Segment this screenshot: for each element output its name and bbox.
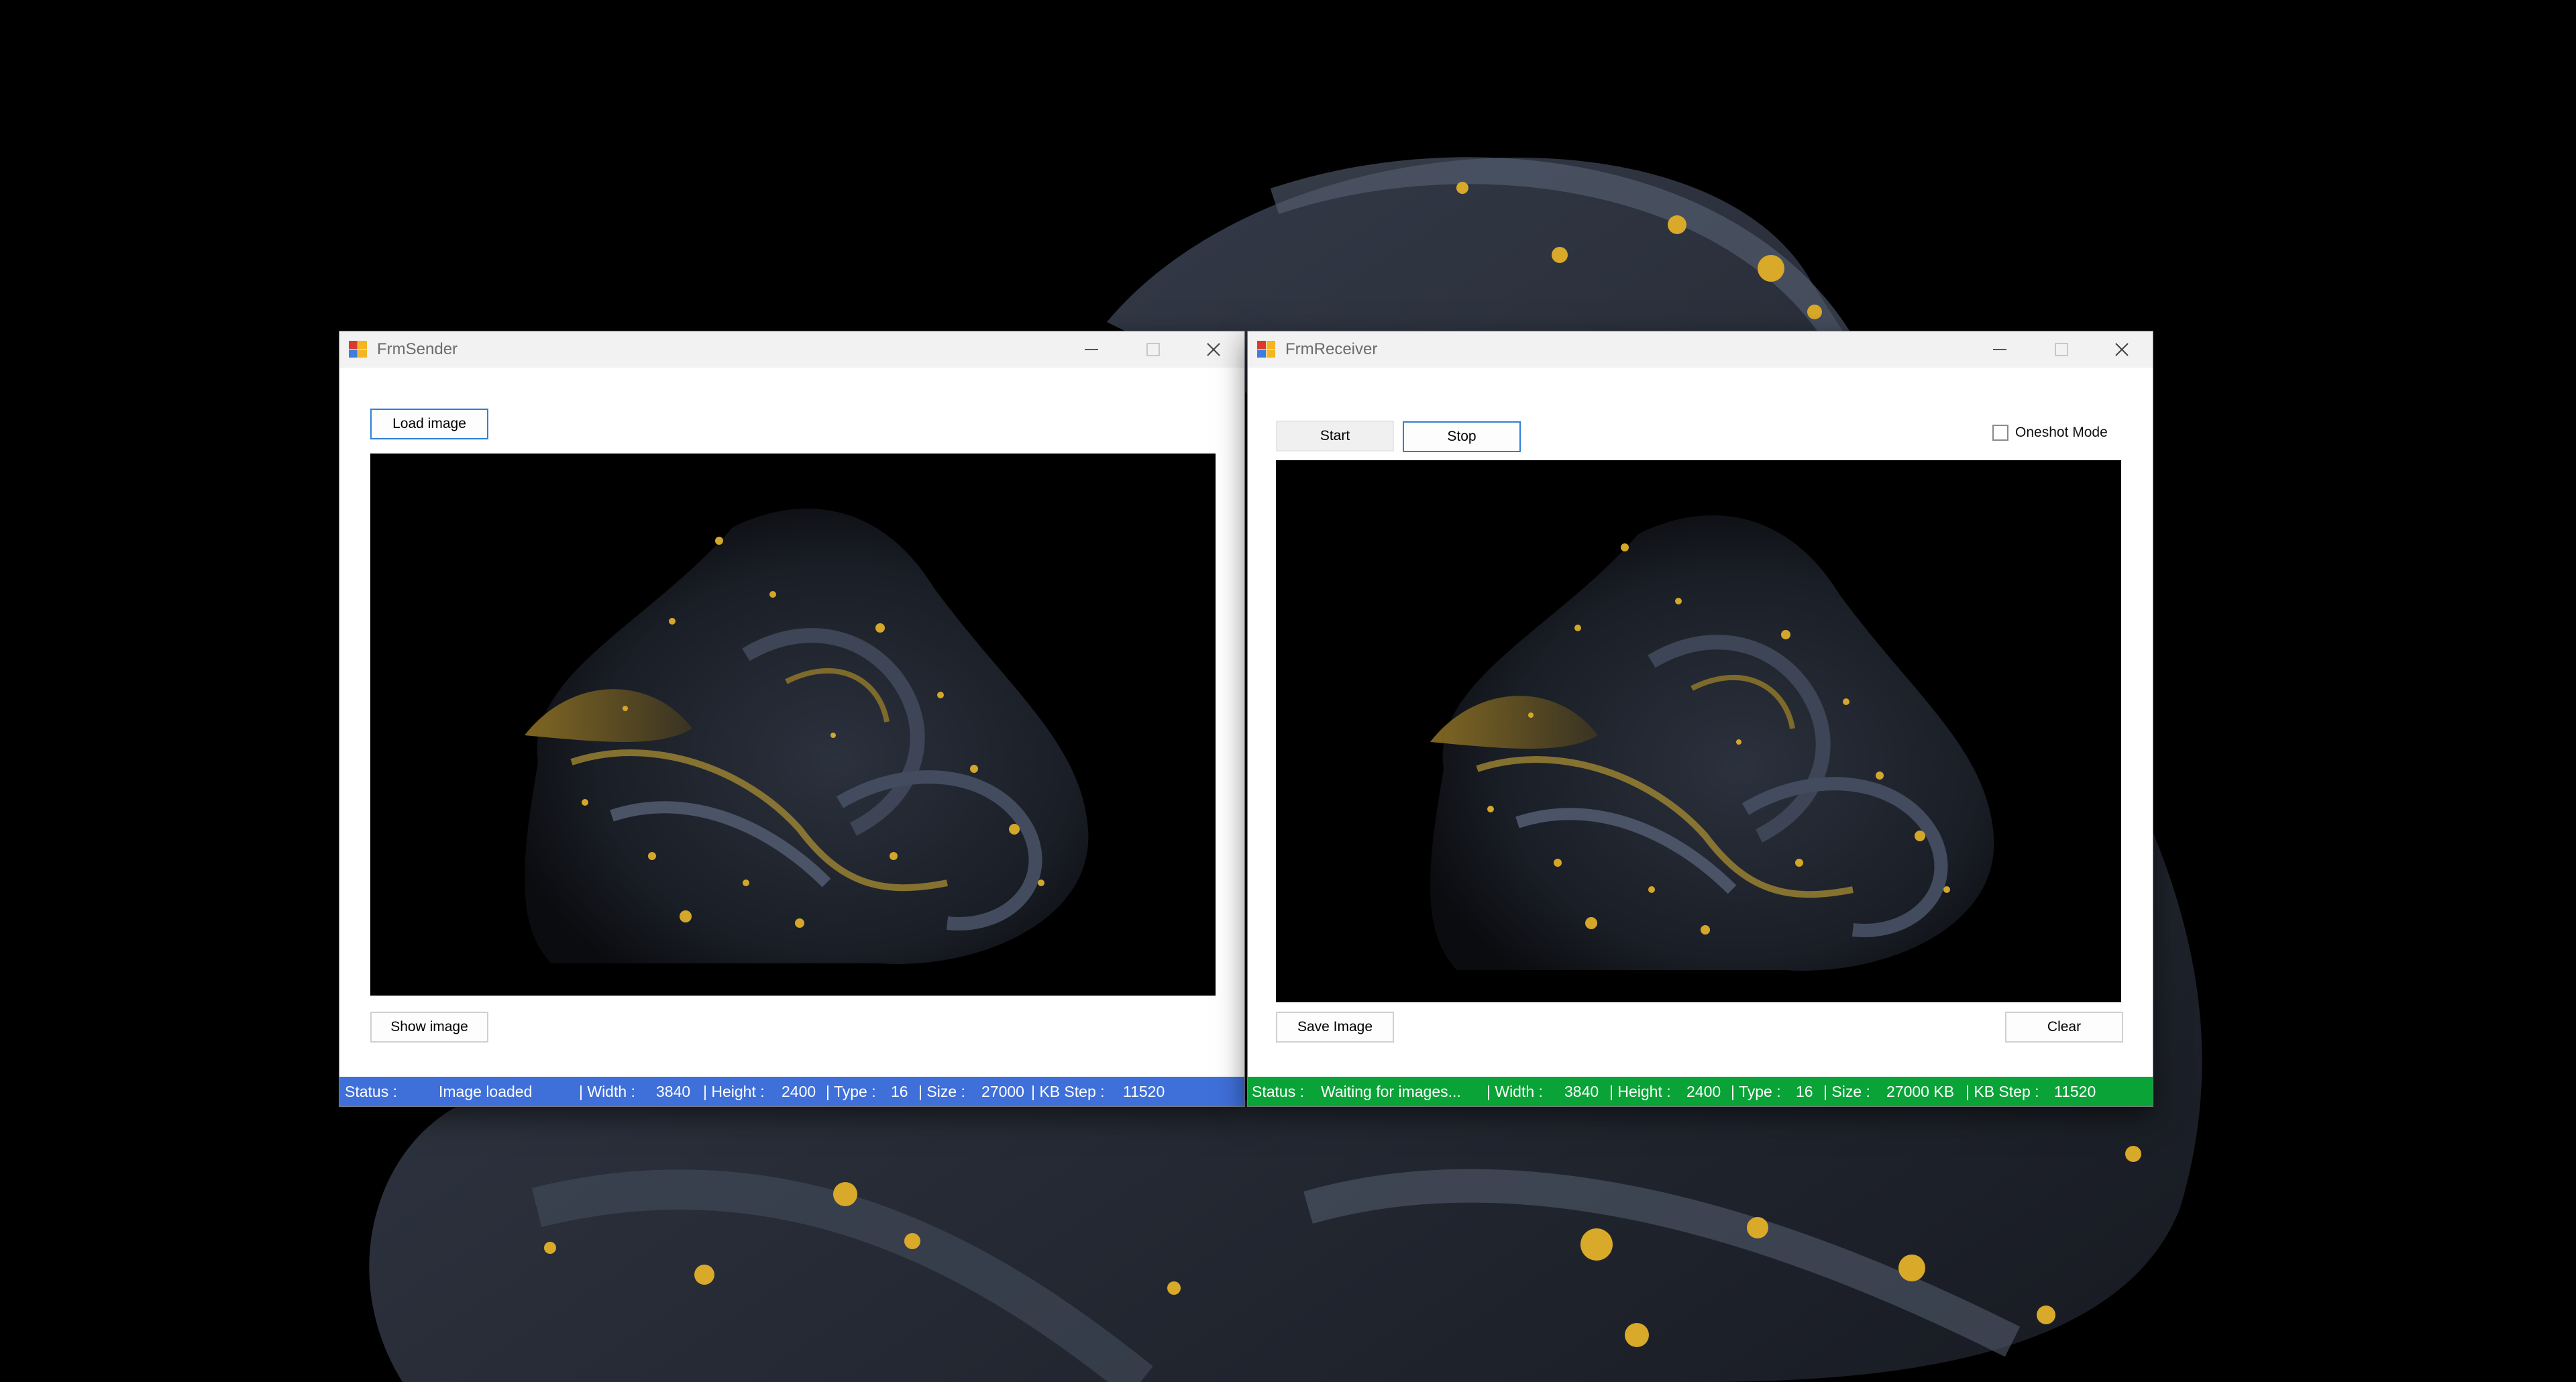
size-value: 27000 KB	[1886, 1083, 1955, 1100]
width-value: 3840	[656, 1083, 691, 1100]
abstract-art-image	[525, 509, 1089, 964]
windows-forms-icon	[349, 341, 368, 358]
status-text: Waiting for images...	[1321, 1083, 1461, 1100]
type-label: | Type :	[1731, 1083, 1781, 1100]
type-label: | Type :	[826, 1083, 876, 1100]
sender-status-bar: Status : Image loaded | Width : 3840 | H…	[339, 1077, 1244, 1106]
size-value: 27000	[981, 1083, 1024, 1100]
kbstep-value: 11520	[1123, 1083, 1165, 1100]
width-label: | Width :	[1487, 1083, 1543, 1100]
start-button[interactable]: Start	[1276, 421, 1394, 451]
maximize-icon	[2055, 343, 2068, 356]
kbstep-label: | KB Step :	[1031, 1083, 1105, 1100]
maximize-icon	[1146, 343, 1160, 356]
width-label: | Width :	[579, 1083, 635, 1100]
size-label: | Size :	[918, 1083, 965, 1100]
oneshot-mode-checkbox[interactable]	[1992, 425, 2008, 441]
receiver-window: FrmReceiver Start Stop Oneshot Mode Save…	[1247, 331, 2153, 1107]
height-label: | Height :	[703, 1083, 765, 1100]
oneshot-mode-label[interactable]: Oneshot Mode	[2015, 423, 2108, 443]
size-label: | Size :	[1823, 1083, 1870, 1100]
status-label: Status :	[1252, 1083, 1304, 1100]
type-value: 16	[1796, 1083, 1813, 1100]
close-icon	[1207, 343, 1220, 356]
windows-forms-icon	[1257, 341, 1276, 358]
close-button[interactable]	[2091, 331, 2153, 368]
height-value: 2400	[1686, 1083, 1721, 1100]
minimize-button[interactable]	[1061, 331, 1122, 368]
sender-picture-box	[370, 454, 1216, 996]
load-image-button[interactable]: Load image	[370, 409, 488, 439]
sender-window: FrmSender Load image Show image Status:…	[339, 331, 1245, 1107]
minimize-icon	[1085, 349, 1098, 350]
sender-window-title: FrmSender	[377, 340, 458, 358]
save-image-button[interactable]: Save Image	[1276, 1012, 1394, 1043]
abstract-art-image	[1430, 515, 1994, 971]
receiver-titlebar[interactable]: FrmReceiver	[1248, 331, 2153, 368]
height-label: | Height :	[1609, 1083, 1671, 1100]
stop-button[interactable]: Stop	[1403, 421, 1521, 452]
kbstep-value: 11520	[2054, 1083, 2096, 1100]
close-button[interactable]	[1183, 331, 1244, 368]
receiver-window-title: FrmReceiver	[1285, 340, 1378, 358]
type-value: 16	[891, 1083, 908, 1100]
maximize-button[interactable]	[2031, 331, 2092, 368]
receiver-picture-box	[1276, 460, 2121, 1002]
receiver-status-bar: Status : Waiting for images... | Width :…	[1248, 1077, 2153, 1106]
status-text: Image loaded	[439, 1083, 533, 1100]
width-value: 3840	[1564, 1083, 1599, 1100]
kbstep-label: | KB Step :	[1966, 1083, 2039, 1100]
sender-titlebar[interactable]: FrmSender	[339, 331, 1244, 368]
height-value: 2400	[782, 1083, 816, 1100]
minimize-button[interactable]	[1969, 331, 2031, 368]
maximize-button[interactable]	[1122, 331, 1184, 368]
show-image-button[interactable]: Show image	[370, 1012, 488, 1043]
minimize-icon	[1993, 349, 2006, 350]
clear-button[interactable]: Clear	[2005, 1012, 2123, 1043]
close-icon	[2115, 343, 2129, 356]
status-label: Status :	[345, 1083, 397, 1100]
